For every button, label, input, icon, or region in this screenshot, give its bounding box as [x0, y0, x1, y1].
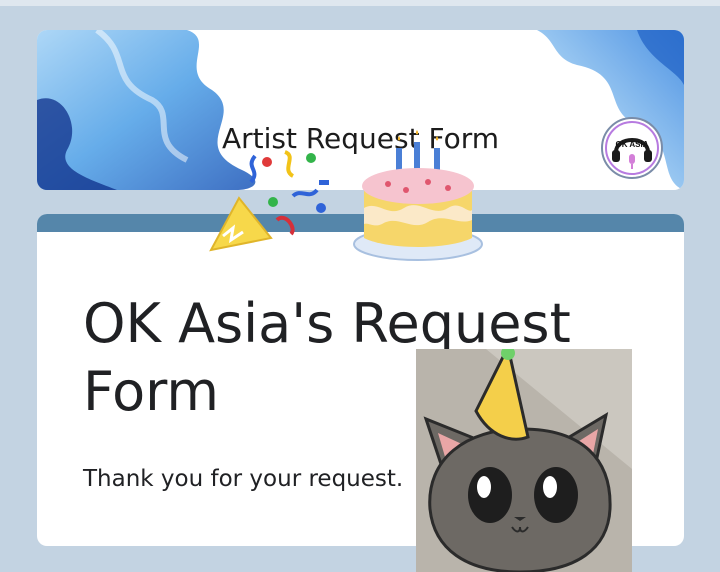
logo-text: OK ASIA [615, 140, 648, 149]
ok-asia-logo: OK ASIA [601, 117, 663, 179]
birthday-cake-sticker [353, 130, 483, 261]
party-cat-sticker [416, 349, 632, 572]
party-popper-sticker [209, 150, 329, 252]
confirmation-message: Thank you for your request. [83, 466, 404, 492]
top-strip [0, 0, 720, 6]
